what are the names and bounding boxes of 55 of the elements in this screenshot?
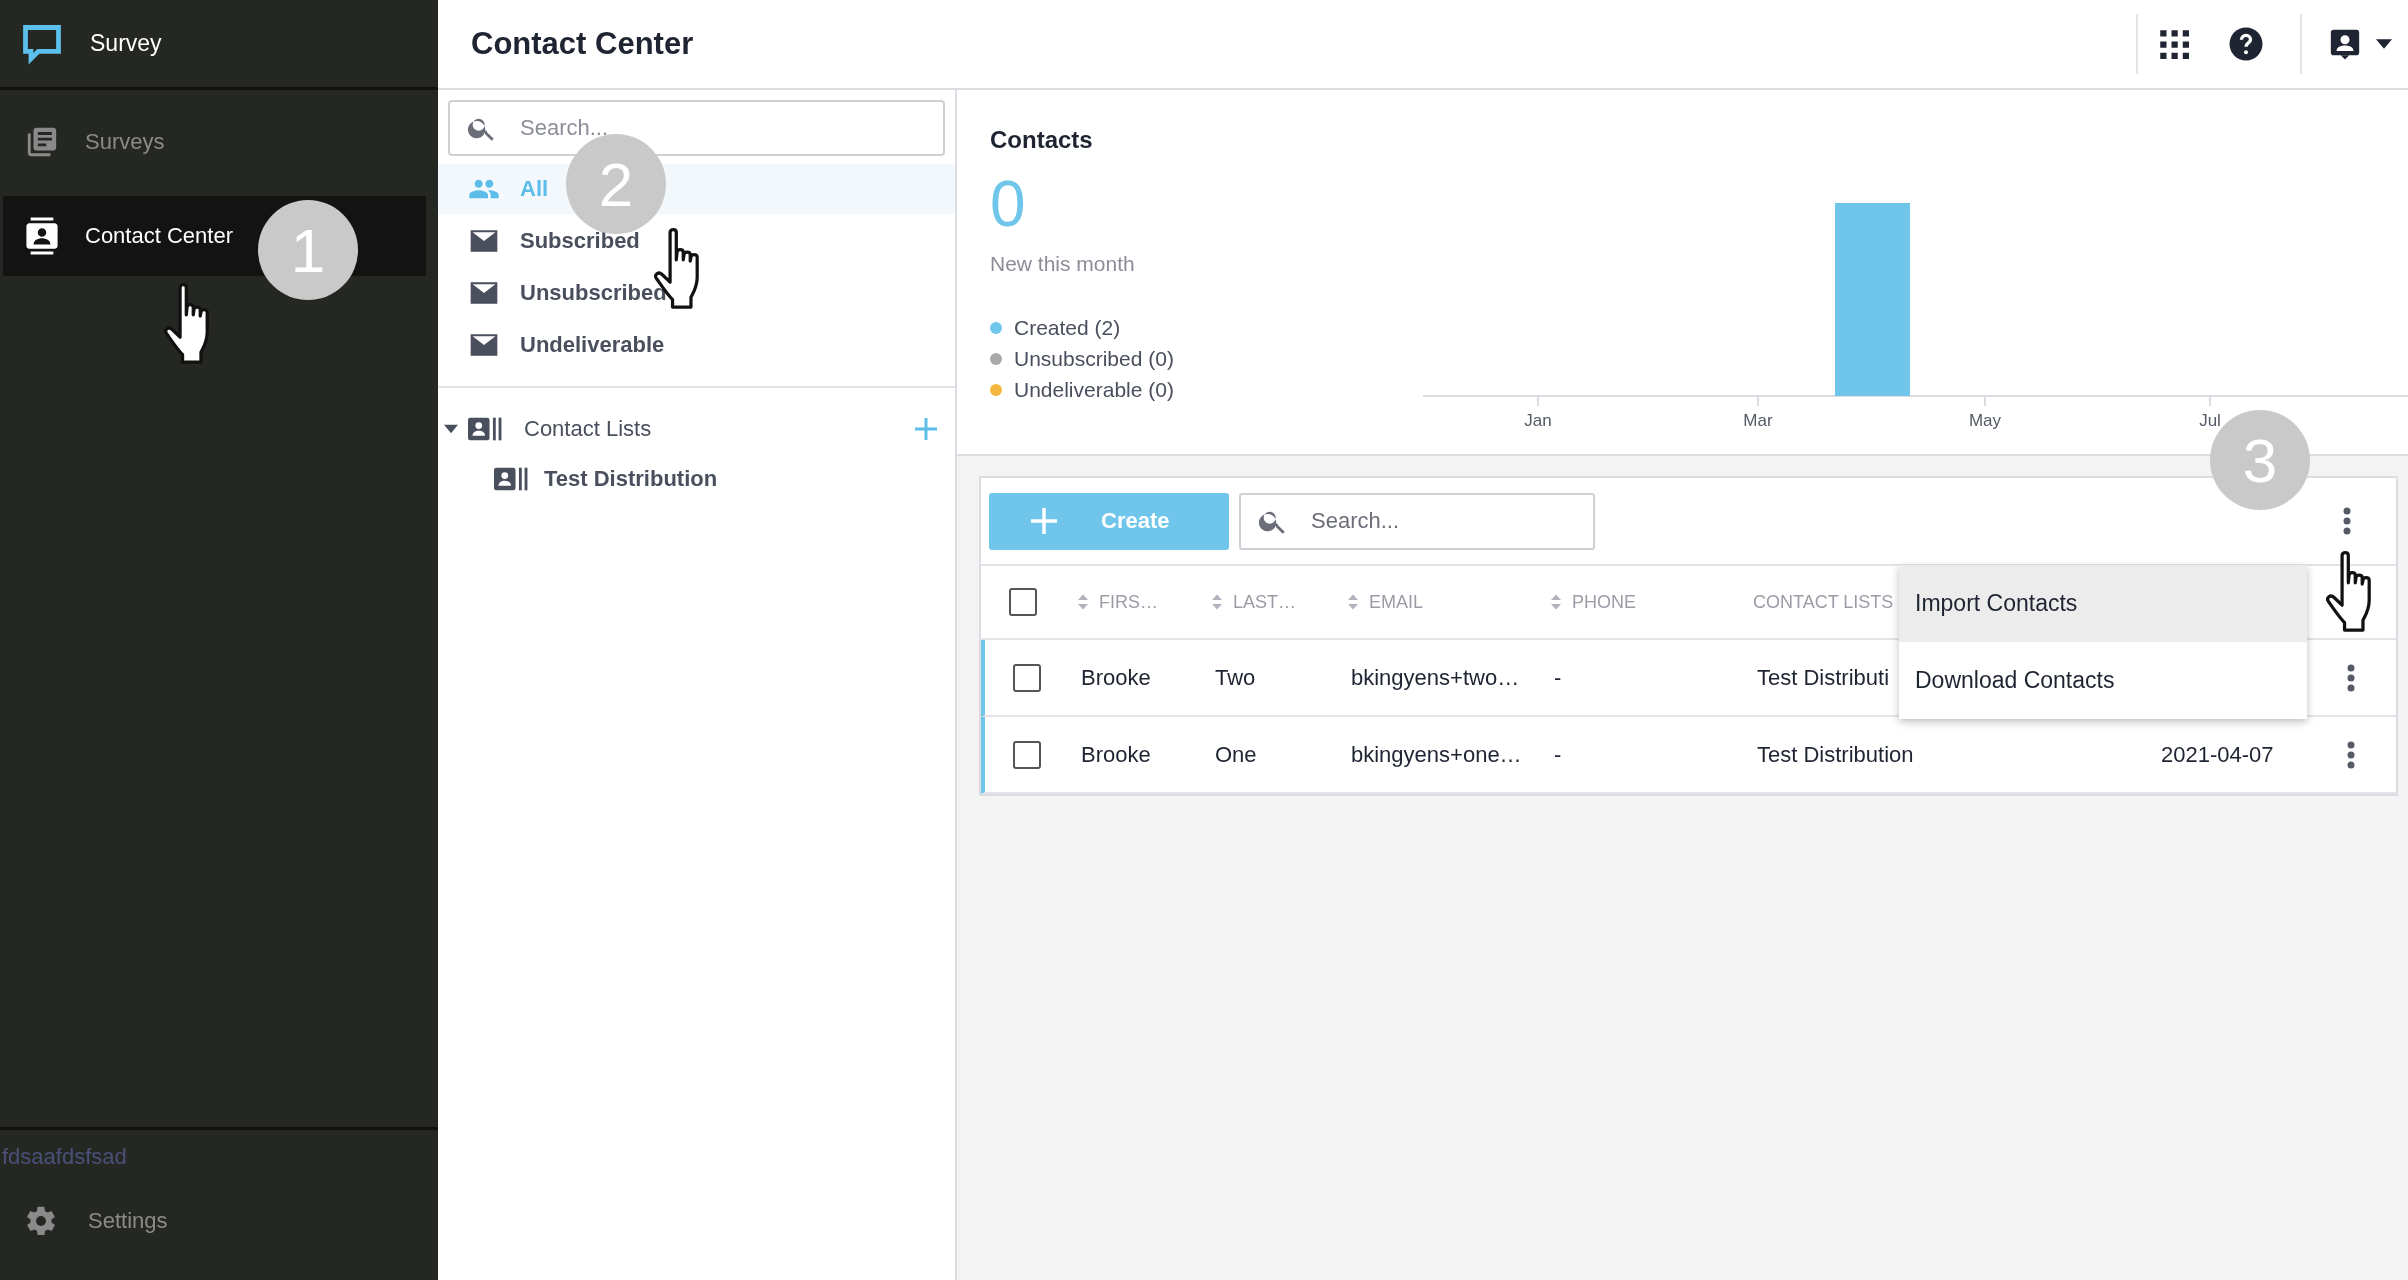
legend-label: Undeliverable (0) (1014, 378, 1174, 402)
axis-label: Mar (1743, 411, 1773, 430)
checkbox[interactable] (1013, 663, 1041, 692)
contact-card-icon (25, 217, 59, 255)
column-header[interactable]: PHONE (1572, 591, 1636, 613)
legend-label: Created (2) (1014, 316, 1121, 340)
page-title: Contact Center (470, 25, 695, 63)
menu-item[interactable]: Import Contacts (1899, 565, 2307, 642)
contact-list-item[interactable]: Test Distribution (438, 454, 955, 504)
stat-value: 0 (990, 172, 1027, 236)
table-cell: Brooke (1081, 664, 1151, 690)
filter-item[interactable]: Undeliverable (438, 320, 955, 370)
stat-caption: New this month (990, 252, 1136, 276)
column-header[interactable]: LAST… (1233, 591, 1297, 613)
menu-item[interactable]: Download Contacts (1899, 642, 2307, 719)
contact-list-icon (494, 466, 528, 492)
caret-icon[interactable] (2376, 39, 2392, 49)
app-name: Survey (90, 30, 162, 57)
table-cell: 2021-04-07 (2161, 741, 2274, 767)
search-field[interactable]: Search... (1239, 492, 1595, 550)
legend-label: Unsubscribed (0) (1014, 347, 1174, 371)
axis-label: Jan (1524, 411, 1552, 430)
column-header[interactable]: FIRS… (1099, 591, 1158, 613)
more-options-icon[interactable] (2346, 739, 2356, 770)
axis-label: May (1968, 411, 2002, 430)
sidebar-item[interactable]: Surveys (3, 102, 426, 182)
search-field[interactable]: Search... (448, 100, 945, 156)
expand-caret-icon[interactable] (444, 424, 458, 434)
plus-icon (1031, 508, 1057, 534)
table-cell: bkingyens+two… (1351, 664, 1520, 690)
table-cell: One (1215, 741, 1257, 767)
more-options-icon[interactable] (2346, 662, 2356, 693)
settings-icon[interactable] (24, 1204, 58, 1238)
contact-list-icon (468, 416, 502, 442)
table-cell: bkingyens+one… (1351, 741, 1522, 767)
footer-text: fdsaafdsfsad (1, 1143, 128, 1170)
column-header: CONTACT LISTS (1753, 591, 1894, 613)
apps-grid-icon[interactable] (2159, 29, 2189, 59)
account-icon[interactable] (2328, 27, 2362, 61)
settings-link[interactable]: Settings (88, 1208, 168, 1234)
table-cell: - (1554, 664, 1562, 690)
checkbox[interactable] (1009, 588, 1037, 616)
help-icon[interactable] (2228, 26, 2264, 62)
table-cell: Test Distributi (1757, 664, 1890, 690)
table-cell: Two (1215, 664, 1256, 690)
table-cell: - (1554, 741, 1562, 767)
more-options-icon[interactable] (2342, 506, 2352, 536)
table-cell: Brooke (1081, 741, 1151, 767)
column-header[interactable]: EMAIL (1369, 591, 1424, 613)
document-stack-icon (25, 125, 59, 159)
section-title: Contact Lists (523, 416, 653, 442)
table-cell: Test Distribution (1757, 741, 1914, 767)
card-title: Contacts (990, 126, 1094, 154)
checkbox[interactable] (1013, 740, 1041, 769)
filter-item[interactable]: Unsubscribed (438, 268, 955, 318)
